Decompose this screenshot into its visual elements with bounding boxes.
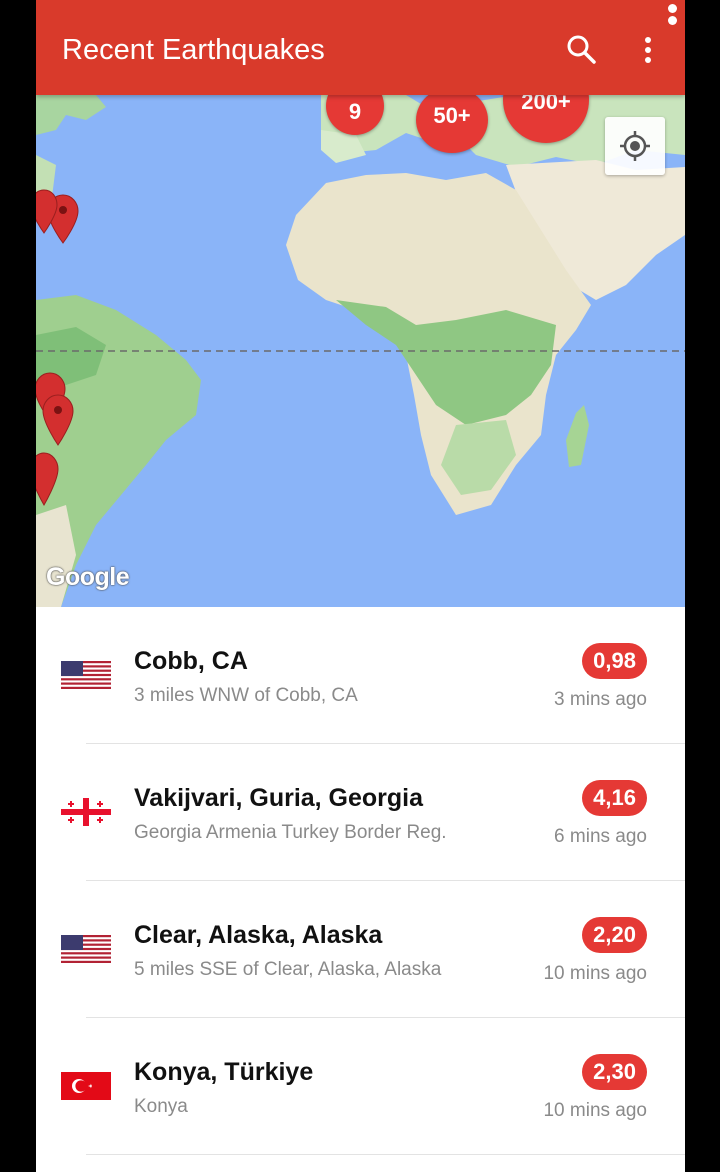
magnitude-badge: 0,98: [582, 643, 647, 679]
earthquake-list: Cobb, CA 3 miles WNW of Cobb, CA 0,98 3 …: [36, 607, 685, 1155]
magnitude-badge: 4,16: [582, 780, 647, 816]
earthquake-description: Georgia Armenia Turkey Border Reg.: [134, 822, 447, 843]
earthquake-place: Konya, Türkiye: [134, 1058, 314, 1086]
georgia-flag-icon: [61, 798, 111, 826]
earthquake-description: Konya: [134, 1096, 188, 1117]
us-flag-icon: [61, 935, 111, 963]
earthquake-description: 3 miles WNW of Cobb, CA: [134, 685, 358, 706]
app-title: Recent Earthquakes: [62, 34, 325, 66]
earthquake-place: Clear, Alaska, Alaska: [134, 921, 383, 949]
earthquake-place: Cobb, CA: [134, 647, 248, 675]
cluster-count: 200+: [521, 95, 571, 114]
google-logo: Google: [46, 563, 130, 591]
list-item[interactable]: Clear, Alaska, Alaska 5 miles SSE of Cle…: [36, 881, 685, 1018]
us-flag-icon: [61, 661, 111, 689]
cluster-count: 9: [348, 99, 362, 124]
earthquake-time: 3 mins ago: [554, 689, 647, 710]
search-icon[interactable]: [564, 32, 600, 68]
magnitude-badge: 2,20: [582, 917, 647, 953]
earthquake-time: 10 mins ago: [543, 963, 647, 984]
earthquake-description: 5 miles SSE of Clear, Alaska, Alaska: [134, 959, 442, 980]
list-item[interactable]: Konya, Türkiye Konya 2,30 10 mins ago: [36, 1018, 685, 1155]
my-location-icon: [620, 131, 650, 161]
earthquake-time: 10 mins ago: [543, 1100, 647, 1121]
my-location-button[interactable]: [605, 117, 665, 175]
earthquake-map[interactable]: 9 50+ 200+ Google: [36, 95, 685, 607]
madagascar: [566, 405, 589, 467]
app-screen: Recent Earthquakes 9 50+ 200+ Google Cob…: [36, 0, 685, 1172]
world-map-graphic: [36, 95, 685, 607]
cluster-count: 50+: [433, 103, 471, 128]
earthquake-place: Vakijvari, Guria, Georgia: [134, 784, 424, 812]
landmass-north-america: [36, 95, 106, 135]
earthquake-time: 6 mins ago: [554, 826, 647, 847]
row-divider: [86, 1154, 685, 1155]
list-item[interactable]: Vakijvari, Guria, Georgia Georgia Armeni…: [36, 744, 685, 881]
turkey-flag-icon: [61, 1072, 111, 1100]
more-vert-icon[interactable]: [634, 32, 662, 68]
system-more-indicator: [664, 2, 680, 28]
app-bar: Recent Earthquakes: [36, 0, 685, 95]
magnitude-badge: 2,30: [582, 1054, 647, 1090]
list-item[interactable]: Cobb, CA 3 miles WNW of Cobb, CA 0,98 3 …: [36, 607, 685, 744]
